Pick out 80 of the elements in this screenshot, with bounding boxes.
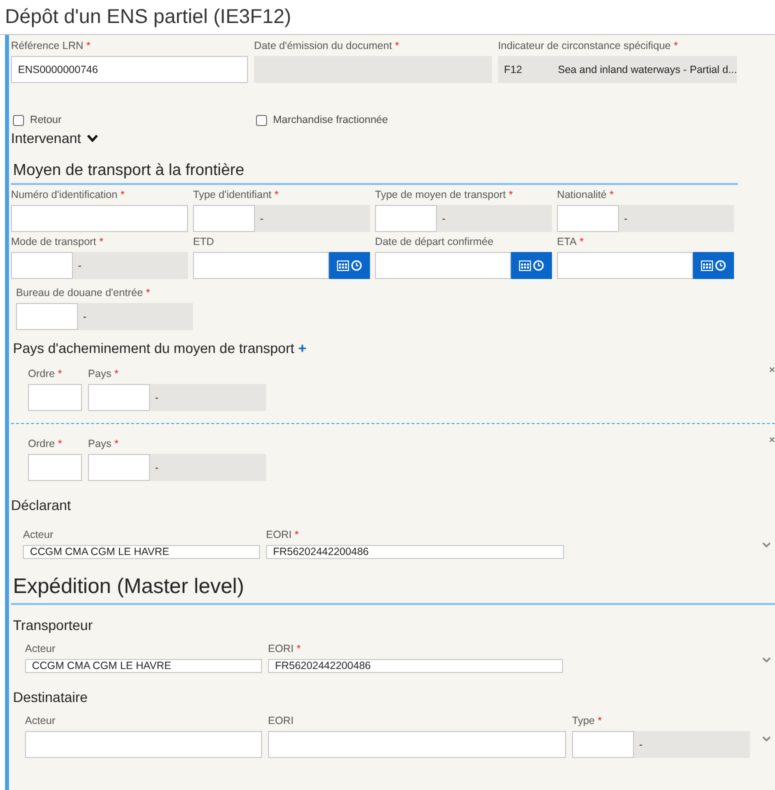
checkbox[interactable] (256, 114, 267, 126)
description-field: - (78, 303, 193, 330)
subsection-heading: Déclarant (11, 497, 71, 513)
subsection-heading: Pays d'acheminement du moyen de transport (13, 340, 294, 356)
calendar-icon (337, 260, 349, 271)
field-label: Nationalité * (557, 189, 615, 202)
description-field: - (634, 731, 750, 758)
clock-icon (533, 260, 544, 271)
field-label: Acteur (23, 529, 54, 542)
description-field: - (73, 252, 188, 279)
code-field[interactable] (88, 384, 150, 411)
checkbox[interactable] (13, 114, 24, 126)
text-field[interactable] (11, 205, 188, 232)
subsection-heading: Transporteur (13, 617, 93, 633)
chevron-down-icon[interactable] (762, 736, 771, 742)
text-field[interactable]: CCGM CMA CGM LE HAVRE (25, 659, 262, 673)
field-label: Mode de transport * (11, 236, 104, 249)
field-label: Numéro d'identification * (11, 189, 126, 202)
code-field[interactable] (16, 303, 78, 330)
calendar-icon (519, 260, 531, 271)
field-label: EORI (268, 715, 295, 728)
date-field[interactable] (375, 252, 511, 279)
text-field[interactable]: CCGM CMA CGM LE HAVRE (23, 545, 260, 559)
field-label: EORI * (268, 643, 302, 656)
code-field[interactable] (193, 205, 255, 232)
code-field[interactable] (375, 205, 437, 232)
field-label: Bureau de douane d'entrée * (16, 287, 152, 300)
field-label: Acteur (25, 715, 56, 728)
field-label: Référence LRN * (11, 40, 92, 53)
date-picker-button[interactable] (511, 252, 552, 279)
field-label: EORI * (266, 529, 300, 542)
text-field[interactable] (268, 731, 566, 758)
field-label: Pays * (88, 368, 120, 381)
remove-button[interactable]: × (769, 434, 775, 446)
text-field[interactable]: ENS0000000746 (11, 56, 248, 83)
text-field[interactable]: FR56202442200486 (268, 659, 563, 673)
clock-icon (715, 260, 726, 271)
caret-down-icon (87, 134, 98, 142)
text-field[interactable] (28, 384, 82, 411)
field-label: ETA * (557, 236, 585, 249)
description-field: - (150, 384, 266, 411)
code-field[interactable] (557, 205, 619, 232)
checkbox-label: Marchandise fractionnée (273, 114, 388, 126)
field-label: Indicateur de circonstance spécifique * (498, 40, 679, 53)
field-label: ETD (193, 236, 215, 249)
field-label: Type d'identifiant * (193, 189, 280, 202)
description-field: - (619, 205, 734, 232)
description-field: - (437, 205, 552, 232)
section-heading: Moyen de transport à la frontière (11, 162, 738, 185)
add-button[interactable]: + (298, 340, 306, 356)
field-label: Type de moyen de transport * (375, 189, 514, 202)
date-picker-button[interactable] (329, 252, 370, 279)
field-label: Date de départ confirmée (375, 236, 494, 249)
text-field[interactable]: FR56202442200486 (266, 545, 564, 559)
section-heading: Expédition (Master level) (11, 575, 775, 605)
code-field[interactable] (572, 731, 634, 758)
field-label: Acteur (25, 643, 56, 656)
date-picker-button[interactable] (693, 252, 734, 279)
field-label: Pays * (88, 438, 120, 451)
intervenant-toggle[interactable]: Intervenant (11, 130, 98, 146)
field-label: Ordre * (28, 368, 63, 381)
code-field[interactable] (11, 252, 73, 279)
field-label: Type * (572, 715, 603, 728)
date-field[interactable] (193, 252, 329, 279)
field-label: Date d'émission du document * (254, 40, 400, 53)
description-field: - (255, 205, 370, 232)
calendar-icon (701, 260, 713, 271)
code-field[interactable] (88, 454, 150, 481)
text-field[interactable] (28, 454, 82, 481)
checkbox-label: Retour (30, 114, 62, 126)
select-field[interactable]: F12 Sea and inland waterways - Partial d... (498, 56, 737, 83)
chevron-down-icon[interactable] (762, 542, 771, 548)
text-field[interactable] (25, 731, 262, 758)
remove-button[interactable]: × (769, 364, 775, 376)
chevron-down-icon[interactable] (762, 657, 771, 663)
field-label: Ordre * (28, 438, 63, 451)
date-field[interactable] (557, 252, 693, 279)
subsection-heading: Destinataire (13, 689, 88, 705)
clock-icon (351, 260, 362, 271)
description-field: - (150, 454, 266, 481)
